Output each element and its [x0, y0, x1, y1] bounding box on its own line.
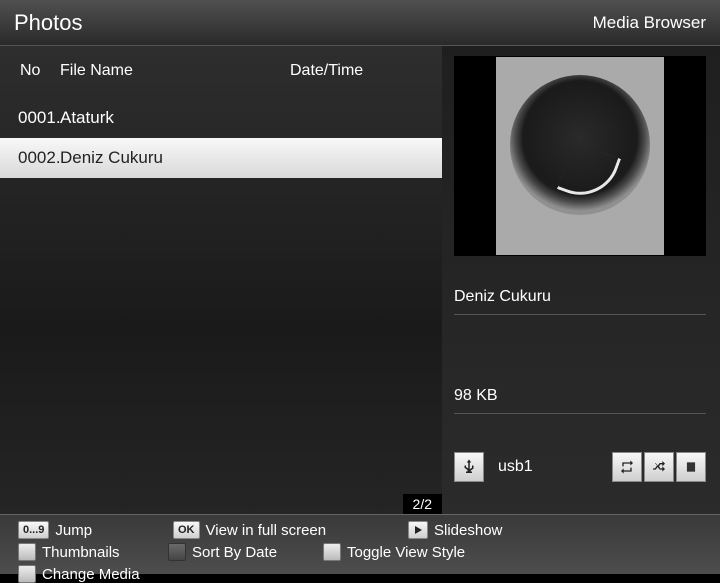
- footer-label: View in full screen: [206, 522, 327, 539]
- footer-thumbnails: Thumbnails: [18, 543, 168, 561]
- footer-slideshow: Slideshow: [408, 521, 558, 539]
- footer-toggle: Toggle View Style: [323, 543, 558, 561]
- shuffle-icon[interactable]: [644, 452, 674, 482]
- page-counter: 2/2: [403, 494, 442, 514]
- footer-label: Change Media: [42, 566, 140, 583]
- key-color: [18, 543, 36, 561]
- column-no: No: [0, 62, 60, 80]
- page-title: Photos: [14, 10, 83, 36]
- key-color: [323, 543, 341, 561]
- device-label: usb1: [498, 458, 602, 476]
- preview-filename: Deniz Cukuru: [454, 288, 706, 315]
- usb-icon[interactable]: [454, 452, 484, 482]
- file-list-panel: No File Name Date/Time 0001. Ataturk 000…: [0, 46, 442, 514]
- column-name: File Name: [60, 62, 290, 80]
- footer-sort: Sort By Date: [168, 543, 323, 561]
- footer-jump: 0...9 Jump: [18, 521, 173, 539]
- key-color: [18, 565, 36, 583]
- device-row: usb1: [454, 452, 706, 482]
- repeat-icon[interactable]: [612, 452, 642, 482]
- cell-name: Deniz Cukuru: [60, 148, 290, 168]
- stop-icon[interactable]: [676, 452, 706, 482]
- footer-label: Jump: [55, 522, 92, 539]
- play-icon: [408, 521, 428, 539]
- footer-ok: OK View in full screen: [173, 521, 408, 539]
- table-row[interactable]: 0002. Deniz Cukuru: [0, 138, 442, 178]
- table-header: No File Name Date/Time: [0, 46, 442, 98]
- key-ok: OK: [173, 521, 200, 539]
- footer-label: Slideshow: [434, 522, 502, 539]
- key-digits: 0...9: [18, 521, 49, 539]
- page-subtitle: Media Browser: [593, 13, 706, 33]
- preview-image: [454, 56, 706, 256]
- preview-panel: Deniz Cukuru 98 KB usb1: [442, 46, 720, 514]
- footer-label: Thumbnails: [42, 544, 120, 561]
- table-row[interactable]: 0001. Ataturk: [0, 98, 442, 138]
- footer-bar: 0...9 Jump OK View in full screen Slides…: [0, 514, 720, 574]
- footer-change: Change Media: [18, 565, 168, 583]
- footer-label: Sort By Date: [192, 544, 277, 561]
- cell-name: Ataturk: [60, 108, 290, 128]
- key-color: [168, 543, 186, 561]
- main-area: No File Name Date/Time 0001. Ataturk 000…: [0, 46, 720, 514]
- cell-no: 0001.: [0, 108, 60, 128]
- cell-no: 0002.: [0, 148, 60, 168]
- footer-label: Toggle View Style: [347, 544, 465, 561]
- header: Photos Media Browser: [0, 0, 720, 46]
- preview-filesize: 98 KB: [454, 387, 706, 414]
- column-date: Date/Time: [290, 62, 442, 80]
